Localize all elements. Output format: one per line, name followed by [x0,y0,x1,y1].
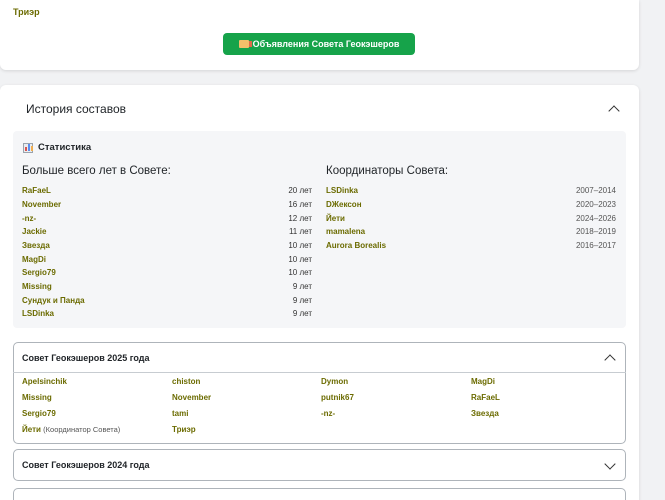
most-years-heading: Больше всего лет в Совете: [22,165,171,177]
member-link[interactable]: Apelsinchik [22,377,67,386]
coordinators-heading: Координаторы Совета: [326,165,449,177]
member-link[interactable]: Sergio79 [22,409,56,418]
list-item: November 16 лет [22,199,312,209]
bar-chart-icon [23,142,33,153]
list-item: Missing 9 лет [22,281,312,291]
list-item: DЖексон 2020–2023 [326,199,616,209]
member-link[interactable]: Йети [22,425,41,434]
list-item: -nz- 12 лет [22,213,312,223]
member-link[interactable]: Звезда [471,409,499,418]
history-title: История составов [26,102,127,116]
list-item: Jackie 11 лет [22,226,312,236]
member-link[interactable]: Missing [22,393,52,402]
council-2024-title[interactable]: Совет Геокэшеров 2024 года [22,460,150,470]
megaphone-icon [238,40,252,48]
member-link[interactable]: November [172,393,211,402]
list-item: LSDinka 9 лет [22,308,312,318]
stats-header: Статистика [23,142,91,153]
council-2025-title[interactable]: Совет Геокэшеров 2025 года [22,353,150,363]
council-next-accordion[interactable] [13,488,626,500]
list-item: Сундук и Панда 9 лет [22,295,312,305]
member-link[interactable]: Триэр [172,425,196,434]
member-link[interactable]: putnik67 [321,393,354,402]
member-link[interactable]: Dymon [321,377,348,386]
list-item: mamalena 2018–2019 [326,226,616,236]
member-link[interactable]: -nz- [321,409,335,418]
list-item: Йети 2024–2026 [326,213,616,223]
list-item: Sergio79 10 лет [22,267,312,277]
top-card: Триэр Объявления Совета Геокэшеров [0,0,639,70]
list-item: LSDinka 2007–2014 [326,185,616,195]
member-link[interactable]: RaFaeL [471,393,500,402]
council-announcements-label: Объявления Совета Геокэшеров [252,39,400,49]
council-announcements-button[interactable]: Объявления Совета Геокэшеров [223,33,415,55]
member-link[interactable]: chiston [172,377,200,386]
member-yeti: Йети (Координатор Совета) [22,425,120,434]
list-item: Aurora Borealis 2016–2017 [326,240,616,250]
stats-title: Статистика [38,142,92,153]
member-link[interactable]: tami [172,409,188,418]
list-item: RaFaeL 20 лет [22,185,312,195]
member-trier-link[interactable]: Триэр [13,7,40,17]
divider [13,372,626,373]
coordinator-note: (Координатор Совета) [43,425,121,434]
list-item: Звезда 10 лет [22,240,312,250]
list-item: MagDi 10 лет [22,254,312,264]
member-link[interactable]: MagDi [471,377,495,386]
